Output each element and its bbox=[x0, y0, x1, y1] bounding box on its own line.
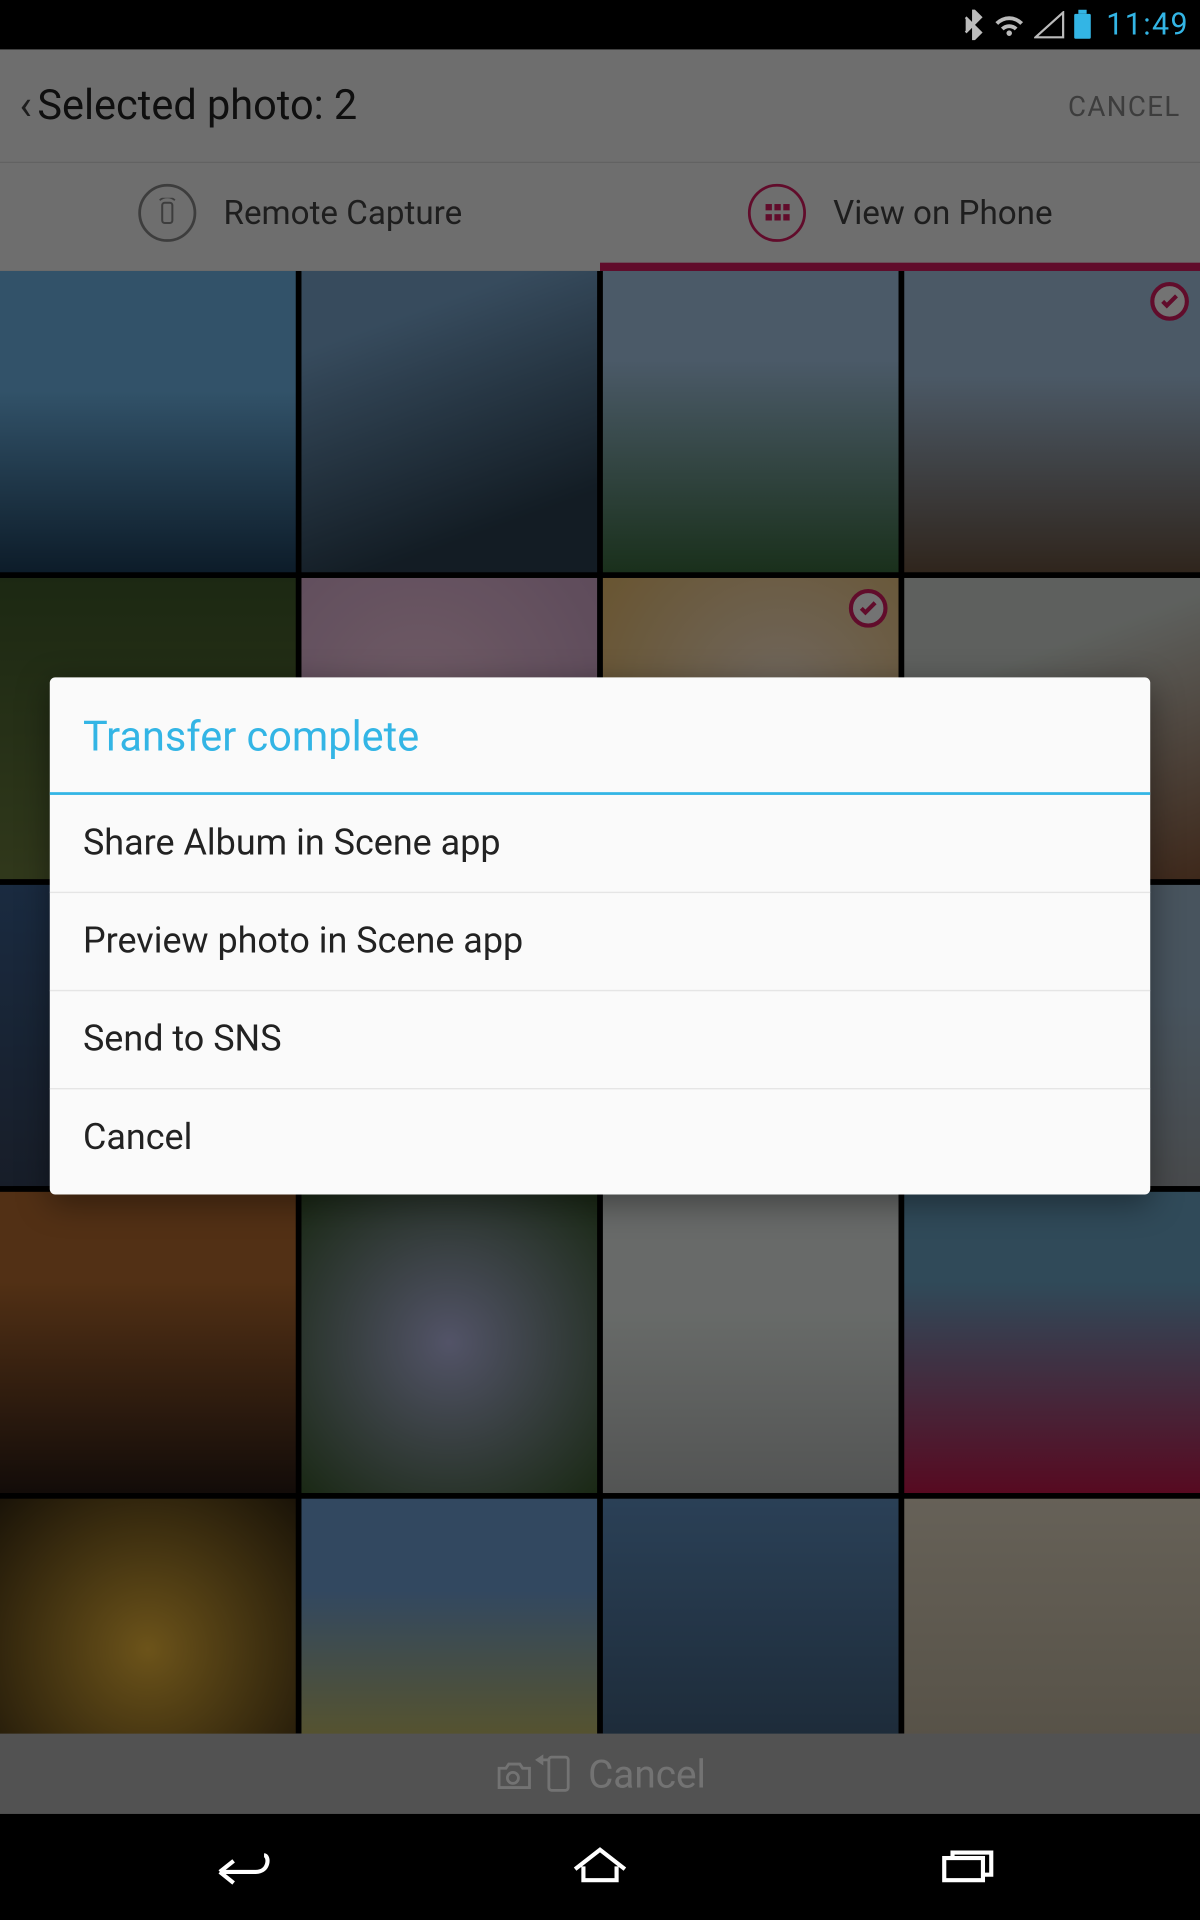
status-clock: 11:49 bbox=[1106, 8, 1189, 43]
nav-home-button[interactable] bbox=[564, 1841, 636, 1891]
wifi-icon bbox=[993, 11, 1026, 39]
dialog-option[interactable]: Cancel bbox=[50, 1089, 1150, 1194]
dialog-option[interactable]: Send to SNS bbox=[50, 991, 1150, 1089]
nav-back-button[interactable] bbox=[201, 1841, 273, 1891]
bluetooth-icon bbox=[962, 10, 984, 40]
transfer-complete-dialog: Transfer complete Share Album in Scene a… bbox=[50, 677, 1150, 1194]
nav-recent-button[interactable] bbox=[927, 1841, 999, 1891]
cell-signal-icon bbox=[1034, 11, 1064, 39]
dialog-option[interactable]: Preview photo in Scene app bbox=[50, 893, 1150, 991]
status-bar: 11:49 bbox=[0, 0, 1200, 50]
dialog-title: Transfer complete bbox=[50, 677, 1150, 792]
battery-icon bbox=[1073, 10, 1092, 40]
system-nav-bar bbox=[0, 1814, 1200, 1919]
dialog-option[interactable]: Share Album in Scene app bbox=[50, 795, 1150, 893]
